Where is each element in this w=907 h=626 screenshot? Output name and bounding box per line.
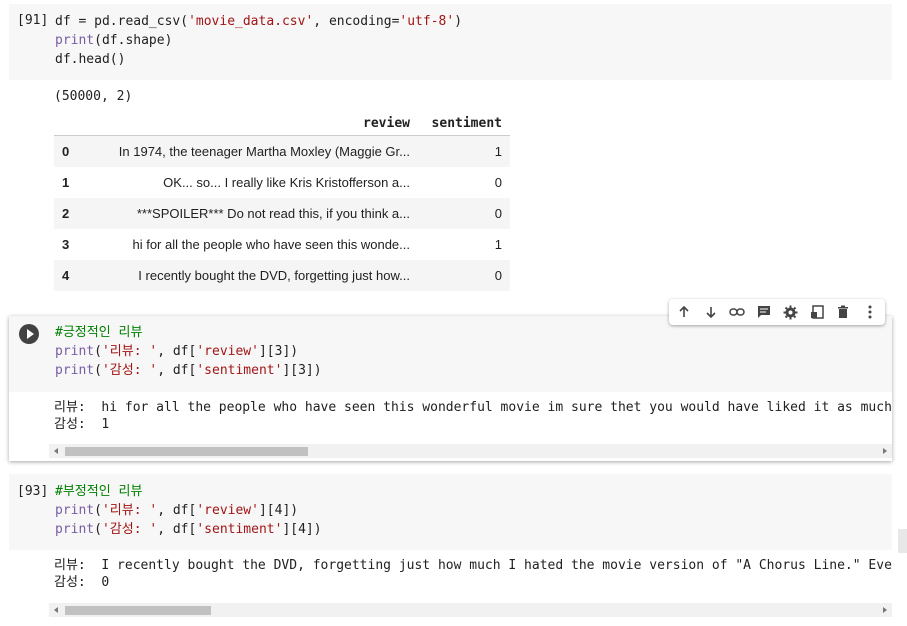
code-line: print('리뷰: ', df['review'][4]): [55, 503, 299, 518]
output-line: 감성: 0: [54, 575, 110, 590]
code-line: df.head(): [55, 52, 126, 67]
table-row: 0 In 1974, the teenager Martha Moxley (M…: [54, 135, 510, 167]
table-header-sentiment: sentiment: [431, 115, 502, 131]
mirror-cell-icon[interactable]: [807, 302, 827, 322]
sentiment-cell: 1: [494, 237, 502, 252]
row-index: 4: [62, 268, 70, 283]
table-row: 4 I recently bought the DVD, forgetting …: [54, 260, 510, 291]
scrollbar-thumb[interactable]: [65, 606, 211, 615]
scroll-left-icon[interactable]: [54, 448, 58, 454]
code-line: print('감성: ', df['sentiment'][4]): [55, 522, 322, 537]
cell-toolbar: [669, 299, 885, 325]
table-index-header: [54, 111, 82, 136]
execution-count: [93]: [17, 484, 49, 499]
review-cell: ***SPOILER*** Do not read this, if you t…: [136, 206, 410, 221]
table-header-review: review: [363, 115, 410, 131]
execution-count: [91]: [17, 13, 49, 28]
code-line: print('감성: ', df['sentiment'][3]): [55, 363, 322, 378]
code-line: df = pd.read_csv('movie_data.csv', encod…: [55, 14, 463, 29]
code-comment: #긍정적인 리뷰: [55, 325, 143, 340]
scrollbar-thumb[interactable]: [65, 447, 308, 456]
output-line: 감성: 1: [54, 417, 110, 432]
row-index: 3: [62, 237, 70, 252]
more-vert-icon[interactable]: [860, 302, 880, 322]
code-comment: #부정적인 리뷰: [55, 484, 143, 499]
run-cell-button[interactable]: [19, 324, 39, 344]
row-index: 2: [62, 206, 70, 221]
sentiment-cell: 0: [494, 268, 502, 283]
dataframe-table: review sentiment 0 In 1974, the teenager…: [54, 111, 510, 291]
row-index: 0: [62, 144, 70, 159]
table-row: 3 hi for all the people who have seen th…: [54, 229, 510, 260]
page-scrollbar[interactable]: [898, 529, 907, 553]
shape-output: (50000, 2): [54, 89, 133, 104]
table-row: 1 OK... so... I really like Kris Kristof…: [54, 167, 510, 198]
arrow-down-icon[interactable]: [701, 302, 721, 322]
arrow-up-icon[interactable]: [674, 302, 694, 322]
review-cell: OK... so... I really like Kris Kristoffe…: [163, 175, 410, 190]
code-line: print(df.shape): [55, 33, 173, 48]
comment-icon[interactable]: [754, 302, 774, 322]
scroll-right-icon[interactable]: [883, 607, 887, 613]
review-cell: In 1974, the teenager Martha Moxley (Mag…: [118, 144, 410, 159]
sentiment-cell: 0: [494, 175, 502, 190]
delete-icon[interactable]: [833, 302, 853, 322]
sentiment-cell: 0: [494, 206, 502, 221]
table-row: 2 ***SPOILER*** Do not read this, if you…: [54, 198, 510, 229]
output-horizontal-scrollbar[interactable]: [49, 603, 892, 617]
scroll-left-icon[interactable]: [54, 607, 58, 613]
output-line: 리뷰: hi for all the people who have seen …: [54, 400, 892, 415]
output-horizontal-scrollbar[interactable]: [49, 444, 892, 458]
row-index: 1: [62, 175, 70, 190]
link-icon[interactable]: [727, 302, 747, 322]
scroll-right-icon[interactable]: [883, 448, 887, 454]
sentiment-cell: 1: [494, 144, 502, 159]
output-line: 리뷰: I recently bought the DVD, forgettin…: [54, 558, 892, 573]
code-line: print('리뷰: ', df['review'][3]): [55, 344, 299, 359]
review-cell: I recently bought the DVD, forgetting ju…: [138, 268, 410, 283]
review-cell: hi for all the people who have seen this…: [132, 237, 410, 252]
gear-icon[interactable]: [780, 302, 800, 322]
